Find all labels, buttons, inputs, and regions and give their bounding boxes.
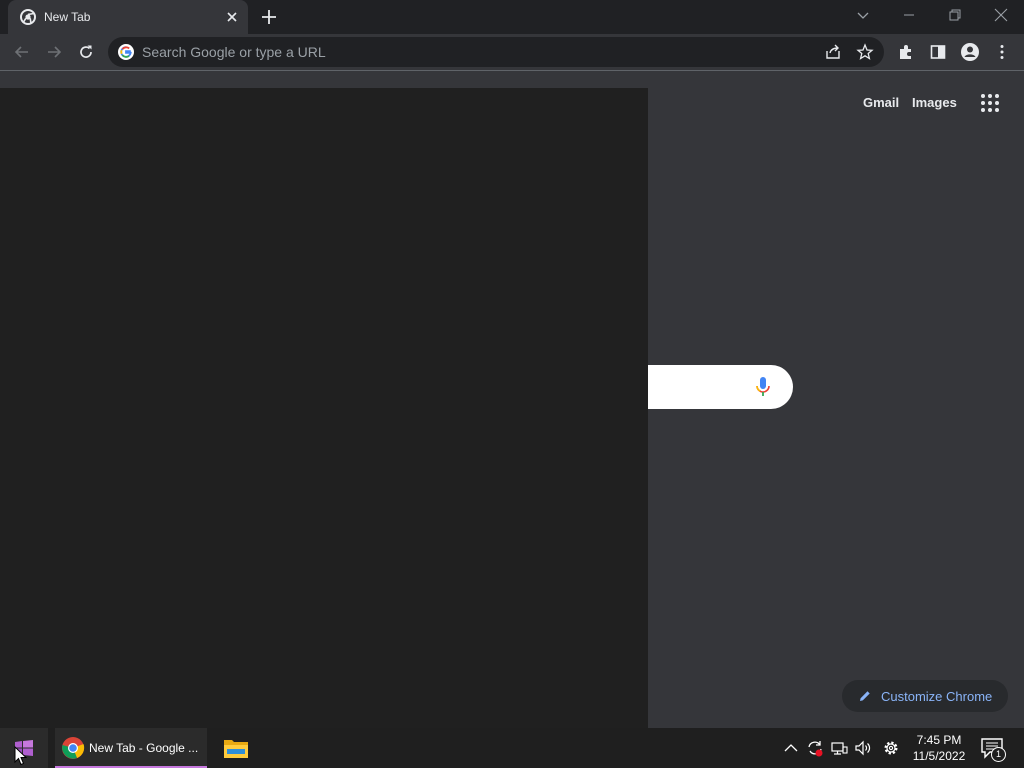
- forward-button[interactable]: [42, 40, 66, 64]
- taskbar-chrome-button[interactable]: New Tab - Google ...: [55, 728, 207, 768]
- mouse-pointer-icon: [14, 746, 28, 766]
- tab-strip: New Tab: [0, 0, 1024, 34]
- google-g-icon: [118, 44, 134, 60]
- tab-search-dropdown-icon[interactable]: [852, 4, 874, 26]
- tab-close-icon[interactable]: [224, 9, 240, 25]
- reload-icon: [80, 45, 92, 58]
- side-panel-icon: [930, 45, 946, 59]
- taskbar-file-explorer-button[interactable]: [214, 728, 258, 768]
- share-icon[interactable]: [824, 43, 842, 61]
- restore-icon[interactable]: [944, 4, 966, 26]
- pencil-icon: [860, 691, 870, 701]
- back-arrow-icon: [14, 46, 28, 58]
- extensions-icon: [900, 45, 911, 59]
- forward-arrow-icon: [48, 46, 62, 58]
- microphone-icon[interactable]: [754, 375, 772, 399]
- volume-icon[interactable]: [854, 739, 872, 757]
- images-link[interactable]: Images: [912, 95, 957, 110]
- side-panel-button[interactable]: [926, 40, 950, 64]
- chrome-icon: [20, 9, 36, 25]
- new-tab-plus-icon[interactable]: [259, 7, 279, 27]
- dark-overlay-panel: [0, 88, 648, 728]
- system-clock[interactable]: 7:45 PM 11/5/2022: [906, 732, 972, 764]
- folder-icon: [224, 740, 248, 758]
- settings-gear-icon[interactable]: [882, 739, 900, 757]
- star-icon[interactable]: [856, 43, 874, 61]
- clock-time: 7:45 PM: [916, 733, 962, 747]
- more-vert-icon: [1000, 45, 1004, 59]
- taskbar: New Tab - Google ... 7:45 PM 11/5/2022 1: [0, 728, 1024, 768]
- browser-toolbar: [0, 34, 1024, 70]
- tab-new-tab[interactable]: New Tab: [8, 0, 248, 34]
- profile-button[interactable]: [958, 40, 982, 64]
- taskbar-chrome-label: New Tab - Google ...: [89, 741, 199, 755]
- reload-button[interactable]: [74, 40, 98, 64]
- minimize-icon[interactable]: [898, 4, 920, 26]
- more-menu-button[interactable]: [990, 40, 1014, 64]
- extensions-button[interactable]: [894, 40, 918, 64]
- back-button[interactable]: [10, 40, 34, 64]
- notification-count-badge: 1: [991, 747, 1006, 762]
- customize-chrome-label: Customize Chrome: [881, 689, 993, 704]
- network-icon[interactable]: [830, 739, 848, 757]
- google-apps-icon[interactable]: [980, 93, 1000, 113]
- close-window-icon[interactable]: [990, 4, 1012, 26]
- omnibox[interactable]: [108, 37, 884, 67]
- omnibox-input[interactable]: [142, 37, 802, 67]
- customize-chrome-button[interactable]: Customize Chrome: [842, 680, 1008, 712]
- sync-icon[interactable]: [806, 739, 824, 757]
- profile-icon: [961, 43, 979, 61]
- clock-date: 11/5/2022: [912, 749, 966, 763]
- show-hidden-icons-chevron-icon[interactable]: [782, 739, 800, 757]
- tab-title: New Tab: [44, 10, 91, 24]
- chrome-app-icon: [62, 737, 85, 759]
- new-tab-page: Gmail Images Customize Chrome: [0, 71, 1024, 728]
- gmail-link[interactable]: Gmail: [863, 95, 899, 110]
